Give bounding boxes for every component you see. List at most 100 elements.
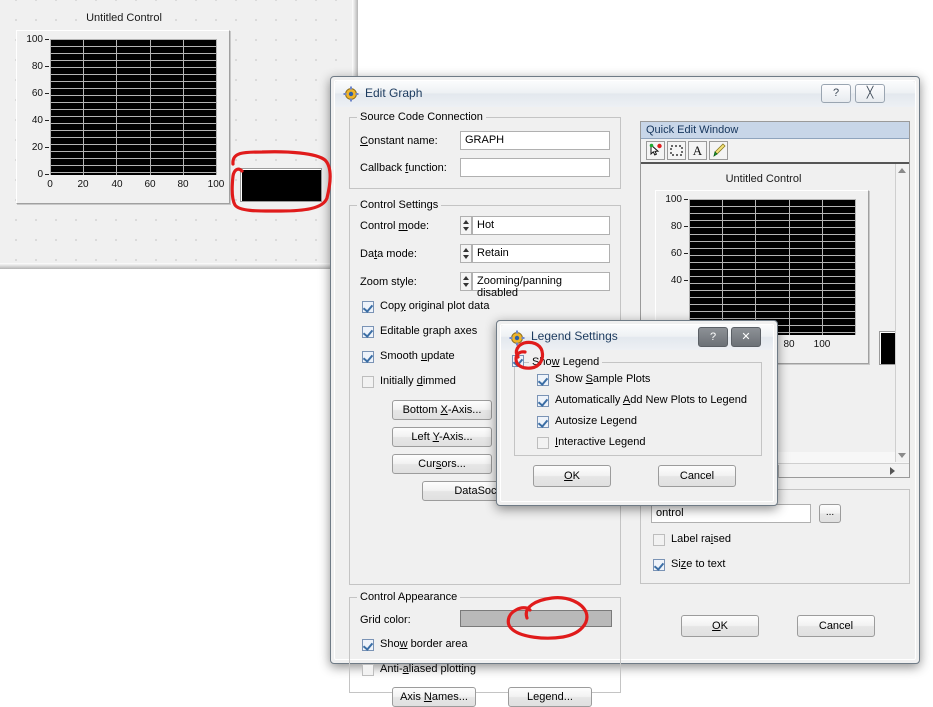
grid-color-label: Grid color: bbox=[360, 614, 411, 626]
autosize-legend-label: Autosize Legend bbox=[555, 415, 637, 427]
data-mode-value[interactable]: Retain bbox=[472, 244, 610, 263]
size-to-text-label: Size to text bbox=[671, 558, 726, 570]
select-rect-icon[interactable] bbox=[667, 141, 686, 160]
pointer-hotspot-icon[interactable] bbox=[646, 141, 665, 160]
show-border-area-label: Show border area bbox=[380, 638, 468, 650]
graph-ytick-3: 40 bbox=[31, 115, 43, 126]
source-code-connection-group: Source Code Connection Constant name: GR… bbox=[349, 111, 621, 189]
zoom-style-spinner[interactable] bbox=[460, 272, 472, 291]
data-mode-label: Data mode: bbox=[360, 248, 417, 260]
smooth-update-checkbox[interactable] bbox=[362, 351, 374, 363]
preview-ytick-3: 40 bbox=[670, 275, 682, 286]
interactive-legend-checkbox[interactable] bbox=[537, 437, 549, 449]
legend-cancel-button[interactable]: Cancel bbox=[658, 465, 736, 487]
graph-ytickmark bbox=[45, 93, 49, 94]
quick-edit-toolbar[interactable]: A bbox=[641, 139, 909, 164]
preview-ytick-2: 60 bbox=[670, 248, 682, 259]
legend-settings-dialog[interactable]: Legend Settings ? ✕ Show Legend Show Sam… bbox=[496, 320, 778, 506]
constant-name-label: Constant name: bbox=[360, 135, 438, 147]
preview-xtick-1: 100 bbox=[813, 339, 831, 350]
control-mode-value[interactable]: Hot bbox=[472, 216, 610, 235]
control-mode-spinner[interactable] bbox=[460, 216, 472, 235]
cursors-button[interactable]: Cursors... bbox=[392, 454, 492, 474]
graph-xtick-0: 0 bbox=[47, 179, 53, 190]
initially-dimmed-label: Initially dimmed bbox=[380, 375, 456, 387]
edit-graph-cancel-button[interactable]: Cancel bbox=[797, 615, 875, 637]
graph-control[interactable]: 100 80 60 40 20 0 0 20 40 60 80 100 bbox=[16, 30, 230, 204]
axis-names-button[interactable]: Axis Names... bbox=[392, 687, 476, 707]
graph-gridlines bbox=[50, 39, 217, 175]
auto-add-plots-label: Automatically Add New Plots to Legend bbox=[555, 394, 748, 406]
auto-add-plots-checkbox[interactable] bbox=[537, 395, 549, 407]
edit-graph-ok-button[interactable]: OK bbox=[681, 615, 759, 637]
scroll-up-icon[interactable] bbox=[898, 168, 906, 173]
legend-button[interactable]: Legend... bbox=[508, 687, 592, 707]
legend-settings-body: Legend Settings ? ✕ Show Legend Show Sam… bbox=[500, 324, 774, 502]
autosize-legend-checkbox[interactable] bbox=[537, 416, 549, 428]
constant-name-input[interactable]: GRAPH bbox=[460, 131, 610, 150]
editable-graph-axes-checkbox[interactable] bbox=[362, 326, 374, 338]
show-legend-group: Show Legend Show Sample Plots Automatica… bbox=[512, 355, 762, 456]
text-icon[interactable]: A bbox=[688, 141, 707, 160]
preview-ytickmark bbox=[684, 226, 688, 227]
cvi-icon bbox=[509, 330, 525, 346]
preview-vertical-scrollbar[interactable] bbox=[895, 164, 909, 462]
graph-ytickmark bbox=[45, 174, 49, 175]
size-to-text-checkbox[interactable] bbox=[653, 559, 665, 571]
left-y-axis-button[interactable]: Left Y-Axis... bbox=[392, 427, 492, 447]
zoom-style-value[interactable]: Zooming/panning disabled bbox=[472, 272, 610, 299]
designer-control-title: Untitled Control bbox=[86, 12, 162, 24]
show-legend-checkbox[interactable] bbox=[512, 355, 524, 367]
preview-ytickmark bbox=[684, 253, 688, 254]
legend-settings-titlebar[interactable]: Legend Settings ? ✕ bbox=[501, 325, 773, 350]
editable-graph-axes-label: Editable graph axes bbox=[380, 325, 478, 337]
designer-canvas[interactable]: Untitled Control 100 80 60 40 20 0 0 20 … bbox=[0, 0, 358, 269]
control-mode-label: Control mode: bbox=[360, 220, 430, 232]
copy-original-plot-data-label: Copy original plot data bbox=[380, 300, 490, 312]
graph-ytickmark bbox=[45, 147, 49, 148]
show-border-area-checkbox[interactable] bbox=[362, 639, 374, 651]
preview-control-title: Untitled Control bbox=[725, 173, 802, 185]
graph-xtick-2: 40 bbox=[111, 179, 123, 190]
close-button[interactable]: ╳ bbox=[855, 84, 885, 103]
anti-aliased-plotting-label: Anti-aliased plotting bbox=[380, 663, 477, 675]
graph-ytickmark bbox=[45, 39, 49, 40]
initially-dimmed-checkbox[interactable] bbox=[362, 376, 374, 388]
graph-ytick-2: 60 bbox=[31, 88, 43, 99]
help-button[interactable]: ? bbox=[821, 84, 851, 103]
graph-xtick-3: 60 bbox=[144, 179, 156, 190]
legend-ok-button[interactable]: OK bbox=[533, 465, 611, 487]
graph-xtick-1: 20 bbox=[77, 179, 89, 190]
label-browse-button[interactable]: ... bbox=[819, 504, 841, 523]
legend-help-button[interactable]: ? bbox=[698, 327, 728, 347]
legend-close-button[interactable]: ✕ bbox=[731, 327, 761, 347]
show-sample-plots-checkbox[interactable] bbox=[537, 374, 549, 386]
data-mode-spinner[interactable] bbox=[460, 244, 472, 263]
grid-color-swatch[interactable] bbox=[460, 610, 612, 627]
scroll-down-icon[interactable] bbox=[898, 453, 906, 458]
callback-function-input[interactable] bbox=[460, 158, 610, 177]
label-raised-checkbox[interactable] bbox=[653, 534, 665, 546]
copy-original-plot-data-checkbox[interactable] bbox=[362, 301, 374, 313]
graph-plot-area[interactable] bbox=[50, 39, 217, 175]
bottom-x-axis-button[interactable]: Bottom X-Axis... bbox=[392, 400, 492, 420]
paint-icon[interactable] bbox=[709, 141, 728, 160]
label-text-input[interactable]: ontrol bbox=[651, 504, 811, 523]
graph-ytick-1: 80 bbox=[31, 61, 43, 72]
control-appearance-legend: Control Appearance bbox=[357, 591, 461, 603]
graph-legend-box[interactable] bbox=[240, 168, 322, 202]
edit-graph-titlebar[interactable]: Edit Graph ? ╳ bbox=[335, 81, 915, 107]
callback-function-label: Callback function: bbox=[360, 162, 447, 174]
edit-graph-title: Edit Graph bbox=[365, 86, 423, 100]
graph-ytickmark bbox=[45, 66, 49, 67]
scroll-right-icon[interactable] bbox=[890, 467, 895, 475]
preview-plot-area[interactable] bbox=[689, 199, 856, 335]
label-raised-label: Label raised bbox=[671, 533, 731, 545]
control-settings-legend: Control Settings bbox=[357, 199, 442, 211]
show-legend-label: Show Legend bbox=[529, 356, 603, 368]
preview-gridlines bbox=[689, 199, 856, 335]
anti-aliased-plotting-checkbox[interactable] bbox=[362, 664, 374, 676]
quick-edit-window-header: Quick Edit Window bbox=[641, 122, 909, 139]
graph-xtick-4: 80 bbox=[177, 179, 189, 190]
source-code-connection-legend: Source Code Connection bbox=[357, 111, 486, 123]
